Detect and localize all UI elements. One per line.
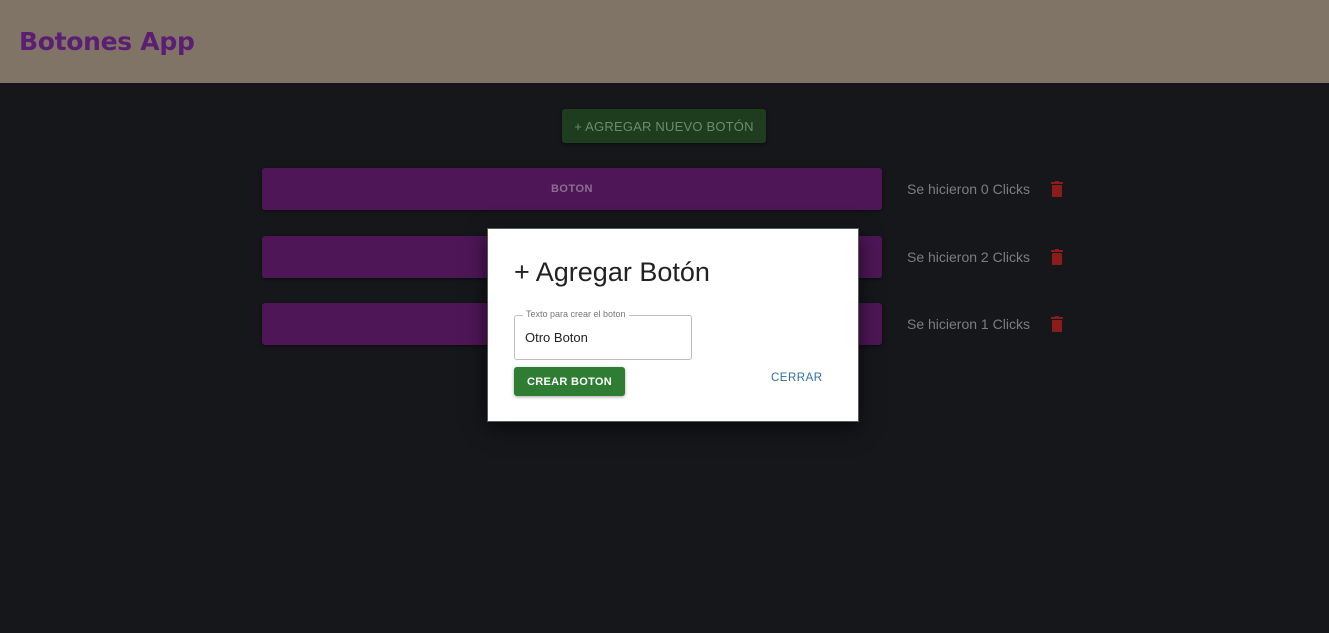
app-title: Botones App xyxy=(19,27,195,56)
button-text-input[interactable] xyxy=(525,330,685,345)
add-button-dialog: + Agregar Botón Texto para crear el boto… xyxy=(487,228,859,422)
dialog-title: + Agregar Botón xyxy=(514,257,710,287)
button-text-field-label: Texto para crear el boton xyxy=(523,309,629,319)
button-text-field[interactable]: Texto para crear el boton xyxy=(514,309,692,360)
close-button[interactable]: CERRAR xyxy=(771,372,823,384)
app-header: Botones App xyxy=(0,0,1329,83)
create-button[interactable]: CREAR BOTON xyxy=(514,367,625,396)
